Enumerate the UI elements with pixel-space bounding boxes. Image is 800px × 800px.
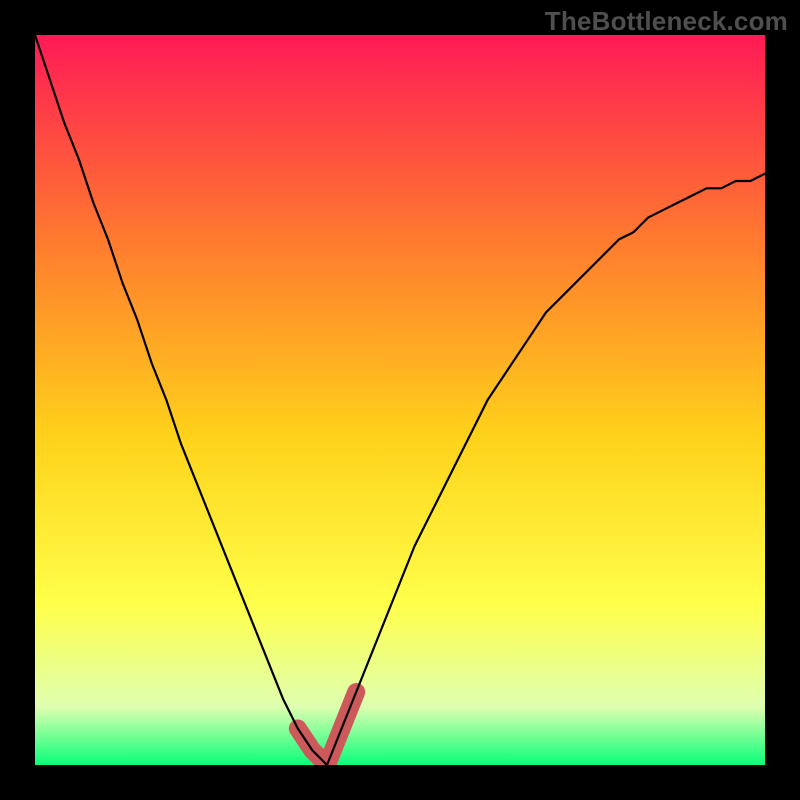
watermark-text: TheBottleneck.com <box>545 6 788 37</box>
chart-frame: TheBottleneck.com <box>0 0 800 800</box>
plot-area <box>35 35 765 765</box>
bottleneck-chart <box>35 35 765 765</box>
gradient-background <box>35 35 765 765</box>
